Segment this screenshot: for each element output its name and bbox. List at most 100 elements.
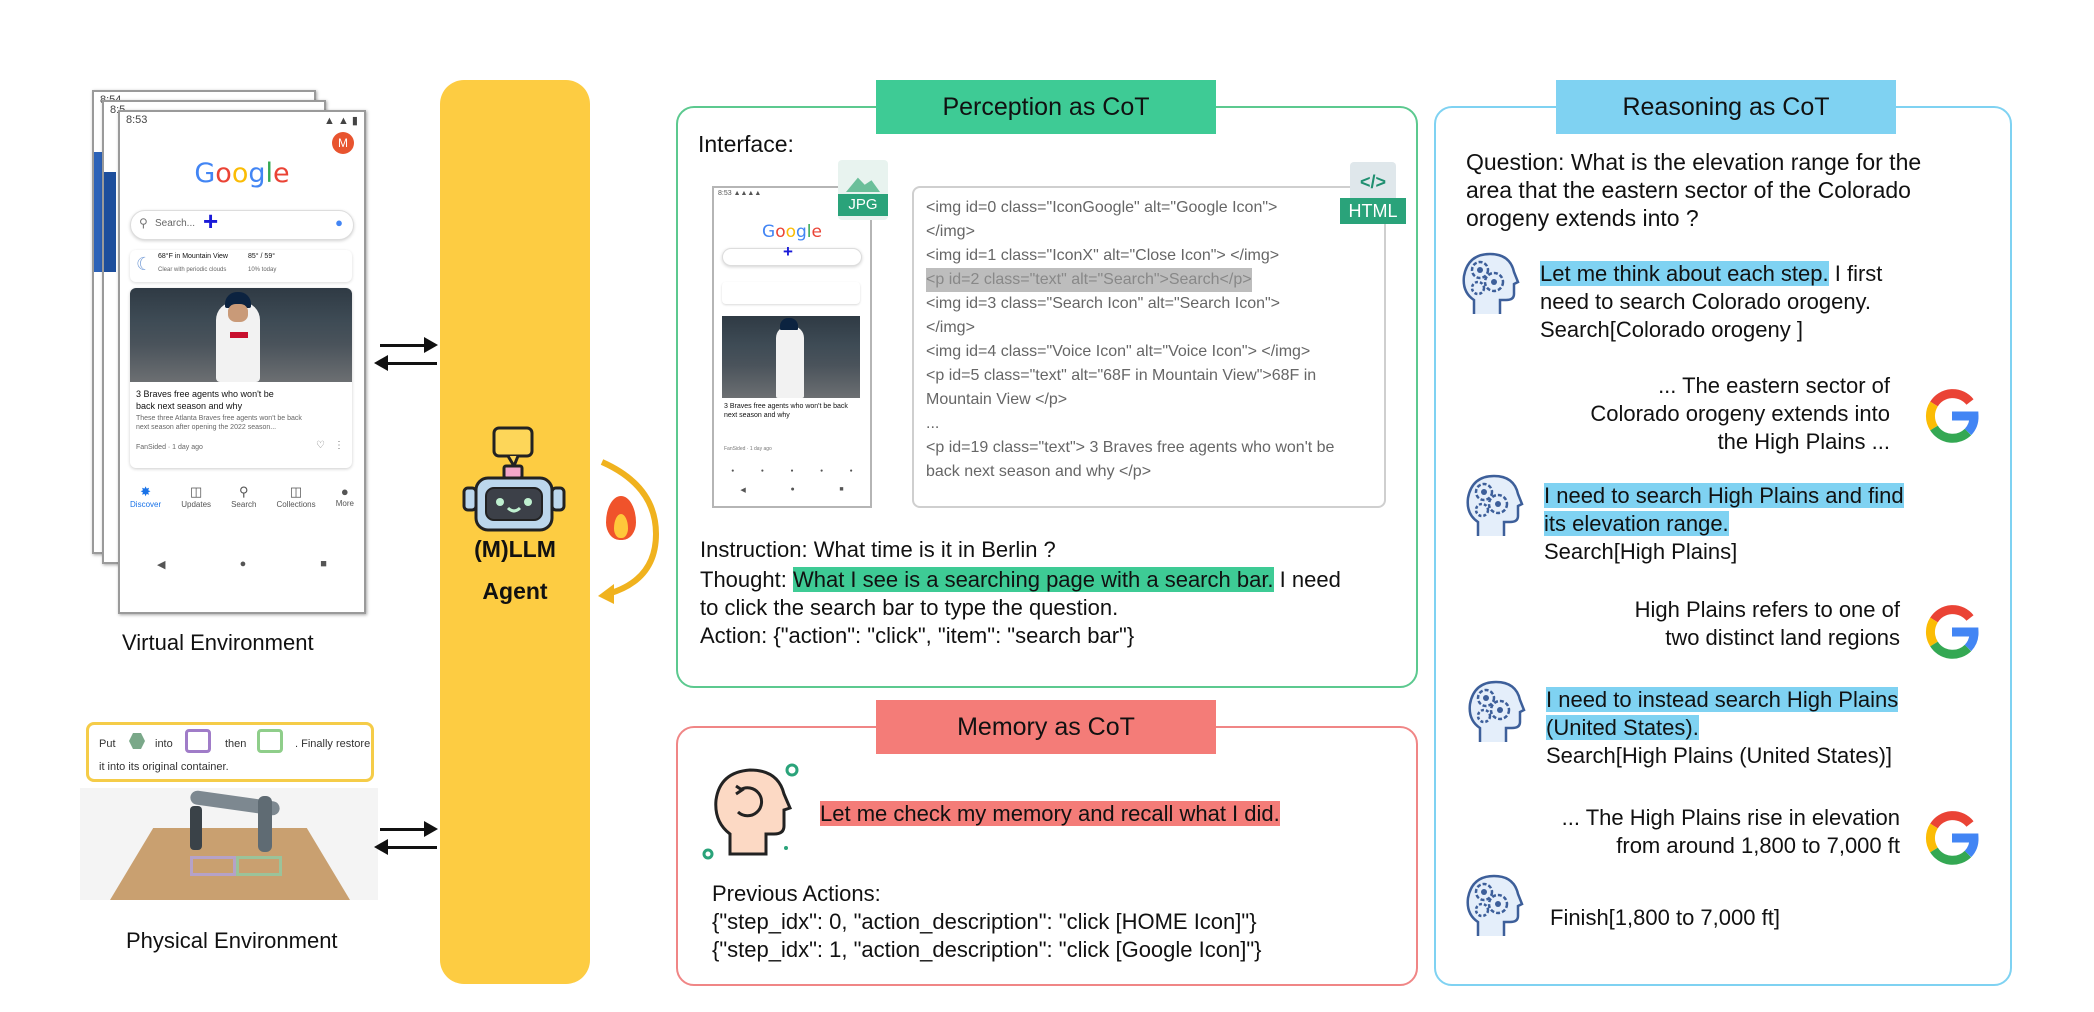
- news-card[interactable]: 3 Braves free agents who won't be back n…: [130, 288, 352, 468]
- phone-status-bar: 8:53 ▲ ▲ ▮: [120, 112, 364, 130]
- question-line1: Question: What is the elevation range fo…: [1466, 149, 1922, 175]
- weather-location: 68°F in Mountain View: [158, 253, 228, 260]
- arrow-left-physical: [385, 846, 437, 849]
- nav-collections-icon: ◫: [289, 484, 303, 499]
- thought-highlight: What I see is a searching page with a se…: [792, 567, 1274, 592]
- home-icon[interactable]: ●: [240, 558, 247, 578]
- google-icon: [1926, 389, 1979, 443]
- google-logo-letter: g: [796, 222, 807, 242]
- robot-scene: [80, 788, 378, 900]
- voice-icon[interactable]: ●: [335, 215, 343, 230]
- mini-player: [776, 326, 804, 398]
- search-icon: ⚲: [139, 216, 148, 230]
- mini-news-title: 3 Braves free agents who won't be back n…: [724, 403, 848, 419]
- memory-title: Memory as CoT: [876, 700, 1216, 754]
- task-put: Put: [99, 738, 116, 750]
- nav-item-search[interactable]: ⚲ Search: [231, 484, 256, 518]
- avatar[interactable]: M: [332, 132, 354, 154]
- brain-gears-icon: [1462, 252, 1520, 314]
- google-logo-letter: o: [215, 158, 232, 189]
- google-logo-letter: G: [762, 222, 776, 242]
- speech-bubble: [492, 426, 534, 458]
- robot-eye-right: [524, 498, 532, 506]
- google-logo-letter: o: [785, 222, 796, 242]
- previous-actions-label: Previous Actions:: [712, 881, 881, 906]
- weather-desc: Clear with periodic clouds: [158, 267, 227, 273]
- html-code-lines: <img id=0 class="IconGoogle" alt="Google…: [926, 196, 1382, 484]
- html-label: HTML: [1348, 201, 1398, 221]
- back-icon[interactable]: ◀: [157, 558, 165, 578]
- nav-item-collections[interactable]: ◫ Collections: [277, 484, 316, 518]
- phone-bottom-nav: ✸ Discover ◫ Updates ⚲ Search ◫ Collections ● Mor…: [120, 484, 364, 518]
- news-title[interactable]: 3 Braves free agents who won't be back n…: [136, 388, 286, 412]
- google-logo: Google: [120, 158, 364, 189]
- code-line: <img id=3 class="Search Icon" alt="Searc…: [926, 295, 1281, 312]
- task-into: into: [155, 738, 173, 750]
- more-vert-icon[interactable]: ⋮: [334, 440, 344, 451]
- table-grid-2: [236, 856, 282, 876]
- thought-prefix: Thought:: [700, 567, 793, 592]
- arrow-left-physical-head: [374, 839, 388, 855]
- jpg-file-icon: JPG: [838, 160, 888, 220]
- step3-highlight-1: I need to instead search High Plains: [1546, 687, 1899, 712]
- step3-highlight-2: (United States).: [1546, 715, 1699, 740]
- step2-highlight-1: I need to search High Plains and find: [1544, 483, 1904, 508]
- step3-line2: (United States).: [1546, 714, 1699, 742]
- perception-title: Perception as CoT: [876, 80, 1216, 134]
- news-snippet: These three Atlanta Braves free agents w…: [136, 415, 302, 431]
- robot-gripper: [190, 806, 202, 850]
- robot-arm-joint: [258, 796, 272, 852]
- step2-line1: I need to search High Plains and find: [1544, 482, 1904, 510]
- robot-antenna: [502, 464, 524, 480]
- nav-label: Collections: [276, 500, 316, 509]
- task-then: then: [225, 738, 247, 750]
- code-line: back next season and why </p>: [926, 463, 1152, 480]
- step1-rest: I first: [1828, 261, 1883, 286]
- code-line: ...: [926, 415, 940, 432]
- memory-recall-text: Let me check my memory and recall what I…: [820, 801, 1280, 826]
- virtual-environment-label: Virtual Environment: [122, 630, 314, 655]
- brain-gears-icon: [1468, 680, 1526, 742]
- mini-phone-status: 8:53 ▲▲▲▲: [718, 190, 762, 197]
- green-container-icon: [257, 729, 283, 753]
- html-file-icon: </> HTML: [1340, 162, 1406, 234]
- nav-item-discover[interactable]: ✸ Discover: [130, 484, 161, 518]
- green-block-icon: [129, 733, 145, 749]
- weather-card[interactable]: ☾ 68°F in Mountain View 85° / 59° Clear …: [130, 250, 352, 282]
- google-logo-letter: g: [248, 158, 266, 189]
- nav-item-updates[interactable]: ◫ Updates: [181, 484, 211, 518]
- question-line3: orogeny extends into ?: [1466, 205, 1699, 231]
- step3-line1: I need to instead search High Plains: [1546, 686, 1899, 714]
- robot-task-box: Put into then . Finally restore it into …: [86, 722, 374, 782]
- code-line: <img id=1 class="IconX" alt="Close Icon"…: [926, 247, 1280, 264]
- obs3-line1: ... The High Plains rise in elevation: [1561, 805, 1900, 830]
- question-line2: area that the eastern sector of the Colo…: [1466, 177, 1911, 203]
- robot-eye-left: [496, 498, 504, 506]
- heart-icon[interactable]: ♡: [316, 440, 325, 451]
- step2-line2: its elevation range.: [1544, 510, 1729, 538]
- mini-search-bar[interactable]: +: [722, 242, 862, 266]
- mini-phone: 8:53 ▲▲▲▲ Google + 3 Braves free agents …: [712, 186, 872, 508]
- memory-recall: Let me check my memory and recall what I…: [820, 800, 1280, 828]
- nav-label: Updates: [181, 500, 212, 509]
- news-photo: [130, 288, 352, 382]
- code-line: </img>: [926, 319, 975, 336]
- table-grid-1: [190, 856, 236, 876]
- search-bar[interactable]: ⚲ Search... + ●: [130, 206, 354, 240]
- agent-label-line2: Agent: [482, 578, 548, 604]
- google-icon: [1926, 605, 1979, 659]
- jpg-mountain: [846, 177, 880, 192]
- recents-icon[interactable]: ■: [320, 558, 327, 578]
- step2-line3: Search[High Plains]: [1544, 539, 1738, 564]
- google-icon: [1926, 811, 1979, 865]
- nav-item-more[interactable]: ● More: [336, 484, 354, 518]
- jpg-label: JPG: [848, 196, 878, 213]
- thought-line2: to click the search bar to type the ques…: [700, 595, 1119, 620]
- google-logo-letter: o: [775, 222, 786, 242]
- thought-rest1: I need: [1273, 567, 1341, 592]
- obs1-line3: the High Plains ...: [1717, 429, 1890, 454]
- agent-label-line1: (M)LLM: [474, 536, 556, 562]
- physical-environment-label: Physical Environment: [126, 928, 338, 953]
- phone-back-1-banner: [104, 172, 116, 272]
- html-label-bg: HTML: [1340, 198, 1406, 224]
